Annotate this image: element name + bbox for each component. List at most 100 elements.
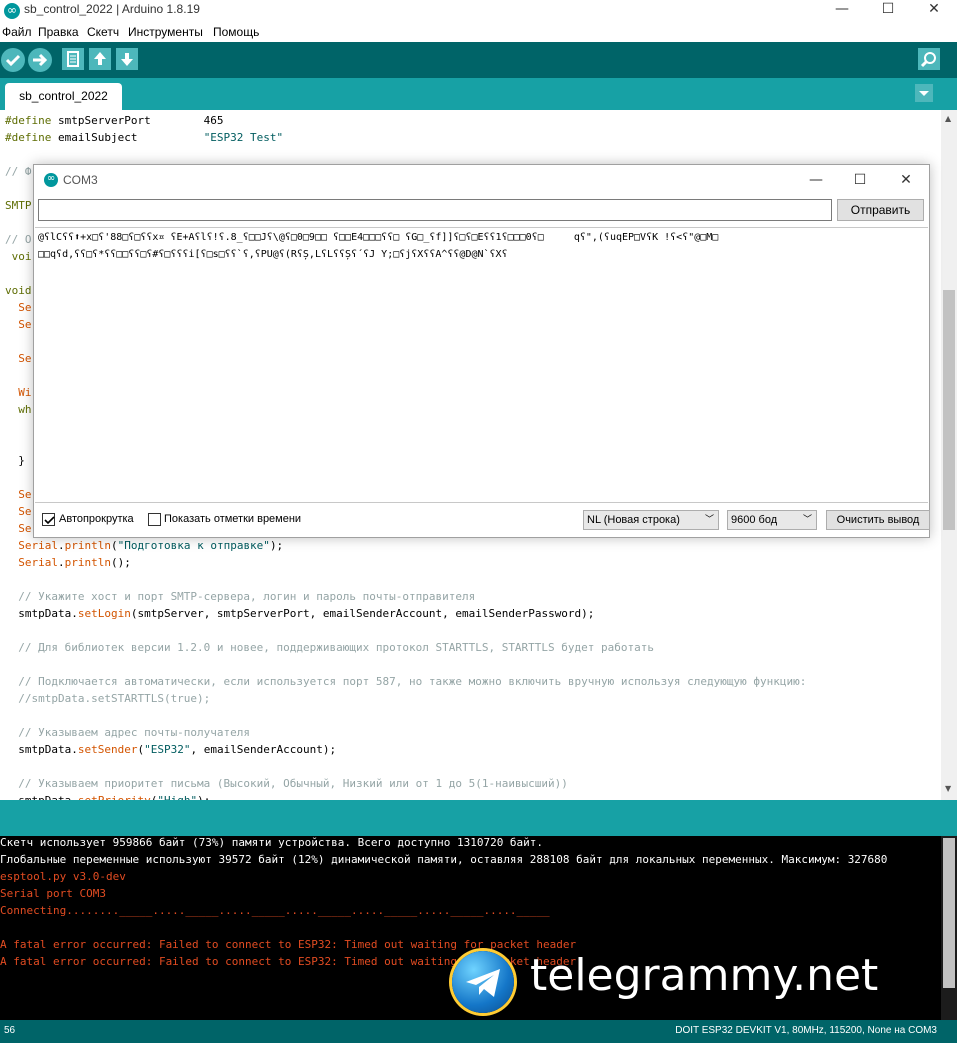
code-line: Serial.println("Подготовка к отправке"); xyxy=(5,537,283,554)
menu-file[interactable]: Файл xyxy=(2,25,32,39)
scroll-up-icon[interactable]: ▲ xyxy=(945,114,951,123)
autoscroll-checkbox[interactable] xyxy=(42,513,55,526)
menu-help[interactable]: Помощь xyxy=(213,25,259,39)
line-ending-value: NL (Новая строка) xyxy=(587,514,680,526)
code-token: Wi xyxy=(18,386,32,399)
arrow-down-icon xyxy=(121,53,133,66)
code-line: #define emailSubject "ESP32 Test" xyxy=(5,129,283,146)
line-ending-select[interactable]: NL (Новая строка) ﹀ xyxy=(583,510,719,530)
code-token: setSender xyxy=(77,743,138,756)
tab-menu-button[interactable] xyxy=(915,84,933,102)
serial-output-area[interactable]: @ʕlCʕʕ⬆+x□ʕ'88□ʕ□ʕʕx¤ ʕE+Aʕlʕ!ʕ.8_ʕ□□Jʕ\… xyxy=(35,227,928,503)
code-line: // Подключается автоматически, если испо… xyxy=(5,673,806,690)
code-line: Se xyxy=(5,316,31,333)
minimize-button[interactable]: — xyxy=(819,0,865,22)
baud-value: 9600 бод xyxy=(731,514,778,526)
close-button[interactable]: ✕ xyxy=(911,0,957,22)
serial-send-input[interactable] xyxy=(38,199,832,221)
code-line: Wi xyxy=(5,384,32,401)
editor-scrollbar[interactable]: ▲ ▼ xyxy=(941,110,957,800)
autoscroll-label: Автопрокрутка xyxy=(59,513,134,525)
code-line: // Укажите хост и порт SMTP-сервера, лог… xyxy=(5,588,475,605)
arrow-right-icon xyxy=(33,53,48,67)
code-token: // Укажите хост и порт SMTP-сервера, лог… xyxy=(5,590,476,603)
code-token: (smtpServer, smtpServerPort, emailSender… xyxy=(130,607,595,620)
serial-monitor-window: COM3 — ☐ ✕ Отправить @ʕlCʕʕ⬆+x□ʕ'88□ʕ□ʕʕ… xyxy=(33,164,930,538)
code-token: SMTP xyxy=(5,199,32,212)
code-token: // Для библиотек версии 1.2.0 и новее, п… xyxy=(5,641,655,654)
checkmark-icon xyxy=(5,54,21,67)
new-file-icon xyxy=(67,51,79,67)
timestamps-checkbox[interactable] xyxy=(148,513,161,526)
code-token: #define xyxy=(5,114,52,127)
code-token: } xyxy=(5,454,25,467)
menu-tools[interactable]: Инструменты xyxy=(128,25,203,39)
checkmark-icon xyxy=(44,516,55,525)
arrow-up-icon xyxy=(94,52,106,65)
serial-maximize-button[interactable]: ☐ xyxy=(840,169,880,191)
code-token: emailSubject xyxy=(51,131,204,144)
code-token: // Подключается автоматически, если испо… xyxy=(5,675,807,688)
code-token: Serial xyxy=(18,556,58,569)
code-token: Se xyxy=(18,352,32,365)
code-token: // Ф xyxy=(5,165,32,178)
menu-sketch[interactable]: Скетч xyxy=(87,25,119,39)
code-line: smtpData.setLogin(smtpServer, smtpServer… xyxy=(5,605,594,622)
editor-console-divider[interactable] xyxy=(0,800,957,836)
serial-monitor-button[interactable] xyxy=(918,48,940,70)
editor-scroll-thumb[interactable] xyxy=(943,290,955,530)
console-line: Connecting........_____....._____.....__… xyxy=(0,904,550,917)
code-token: voi xyxy=(5,250,32,263)
code-token: println xyxy=(64,556,111,569)
save-button[interactable] xyxy=(116,48,138,70)
code-line: // Указываем приоритет письма (Высокий, … xyxy=(5,775,568,792)
code-line: void xyxy=(5,282,32,299)
arduino-logo-icon xyxy=(44,172,58,187)
verify-button[interactable] xyxy=(1,48,25,72)
upload-button[interactable] xyxy=(28,48,52,72)
code-line: // Для библиотек версии 1.2.0 и новее, п… xyxy=(5,639,654,656)
serial-monitor-title-bar: COM3 — ☐ ✕ xyxy=(34,165,929,195)
title-bar: sb_control_2022 | Arduino 1.8.19 — ☐ ✕ xyxy=(0,0,957,22)
menu-edit[interactable]: Правка xyxy=(38,25,79,39)
serial-close-button[interactable]: ✕ xyxy=(886,169,926,191)
code-line: } xyxy=(5,452,25,469)
clear-output-button[interactable]: Очистить вывод xyxy=(826,510,930,530)
open-button[interactable] xyxy=(89,48,111,70)
telegram-logo-icon xyxy=(452,951,514,1013)
code-token: ); xyxy=(269,539,284,552)
console-line: Глобальные переменные используют 39572 б… xyxy=(0,853,888,866)
code-line: Se xyxy=(5,299,31,316)
tab-sketch[interactable]: sb_control_2022 xyxy=(5,83,122,110)
baud-select[interactable]: 9600 бод ﹀ xyxy=(727,510,817,530)
code-line: voi xyxy=(5,248,32,265)
chevron-down-icon: ﹀ xyxy=(704,515,714,525)
code-token: Se xyxy=(18,505,32,518)
chevron-down-icon: ﹀ xyxy=(802,515,812,525)
code-token: smtpData. xyxy=(5,743,78,756)
code-line: #define smtpServerPort 465 xyxy=(5,112,224,129)
scroll-down-icon[interactable]: ▼ xyxy=(945,784,951,793)
serial-minimize-button[interactable]: — xyxy=(796,169,836,191)
code-token: setLogin xyxy=(77,607,131,620)
code-token: smtpServerPort 465 xyxy=(51,114,224,127)
code-token: //smtpData.setSTARTTLS(true); xyxy=(5,692,211,705)
code-token: ( xyxy=(110,539,118,552)
send-button[interactable]: Отправить xyxy=(837,199,924,221)
arduino-logo-icon xyxy=(4,2,20,19)
code-token: "Подготовка к отправке" xyxy=(117,539,270,552)
code-line: Serial.println(); xyxy=(5,554,131,571)
console-line: Serial port COM3 xyxy=(0,887,106,900)
maximize-button[interactable]: ☐ xyxy=(865,0,911,22)
code-token: Se xyxy=(18,522,32,535)
code-token: "ESP32" xyxy=(144,743,191,756)
code-line: // Указываем адрес почты-получателя xyxy=(5,724,250,741)
new-button[interactable] xyxy=(62,48,84,70)
watermark-text: telegrammy.net xyxy=(530,950,879,1001)
